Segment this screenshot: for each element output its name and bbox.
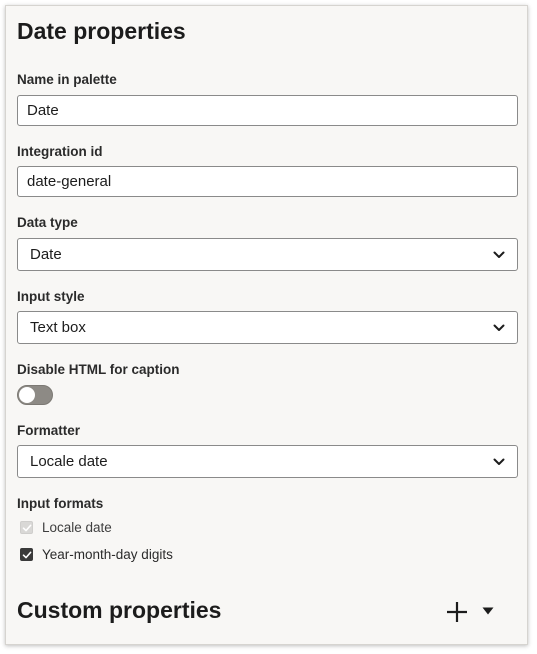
check-icon xyxy=(22,551,31,558)
input-formats-label: Input formats xyxy=(17,496,104,511)
custom-properties-title: Custom properties xyxy=(17,597,222,623)
disable-html-label: Disable HTML for caption xyxy=(17,362,180,377)
input-style-select[interactable]: Text box xyxy=(17,311,518,344)
chevron-down-icon xyxy=(493,458,505,465)
data-type-select[interactable]: Date xyxy=(17,238,518,271)
plus-icon xyxy=(447,602,467,622)
name-in-palette-label: Name in palette xyxy=(17,72,117,87)
disable-html-toggle[interactable] xyxy=(17,385,53,405)
data-type-value: Date xyxy=(30,246,62,263)
ymd-digits-label: Year-month-day digits xyxy=(42,547,173,562)
add-custom-property-button[interactable] xyxy=(442,597,472,627)
integration-id-input[interactable] xyxy=(17,166,518,197)
formatter-label: Formatter xyxy=(17,423,81,438)
data-type-label: Data type xyxy=(17,215,78,230)
chevron-down-icon xyxy=(493,324,505,331)
ymd-digits-checkbox[interactable] xyxy=(20,548,33,561)
locale-date-checkbox xyxy=(20,521,33,534)
input-style-label: Input style xyxy=(17,289,85,304)
chevron-down-icon xyxy=(493,251,505,258)
name-in-palette-input[interactable] xyxy=(17,95,518,126)
input-style-value: Text box xyxy=(30,319,86,336)
locale-date-label: Locale date xyxy=(42,520,112,535)
formatter-select[interactable]: Locale date xyxy=(17,445,518,478)
check-icon xyxy=(22,524,31,531)
panel-title: Date properties xyxy=(17,18,186,44)
toggle-knob xyxy=(19,387,35,403)
integration-id-label: Integration id xyxy=(17,144,103,159)
date-properties-panel: Date properties Name in palette Integrat… xyxy=(5,5,528,645)
custom-property-menu-button[interactable] xyxy=(480,603,496,619)
input-format-locale-date: Locale date xyxy=(20,520,112,535)
caret-down-icon xyxy=(482,607,494,615)
formatter-value: Locale date xyxy=(30,453,108,470)
input-format-ymd-digits[interactable]: Year-month-day digits xyxy=(20,547,173,562)
